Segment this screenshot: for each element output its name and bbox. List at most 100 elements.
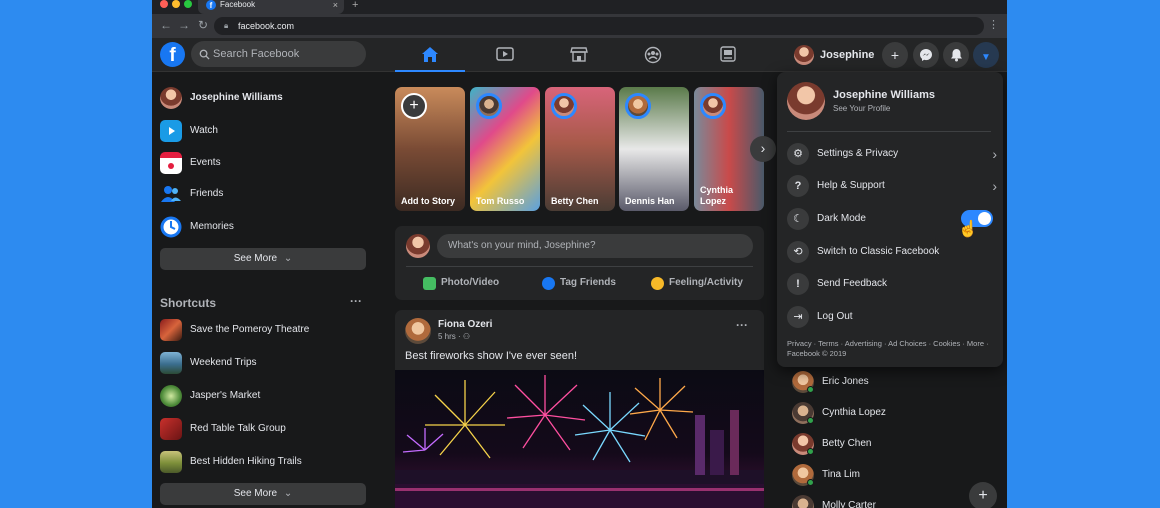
post-time[interactable]: 5 hrs ·	[438, 332, 461, 341]
contact-item[interactable]: Molly Carter	[792, 494, 952, 508]
chevron-right-icon: ›	[992, 146, 997, 162]
story-card-add[interactable]: + Add to Story	[395, 87, 465, 211]
shortcut-label: Jasper's Market	[190, 390, 261, 401]
menu-item-classic[interactable]: ⟲ Switch to Classic Facebook	[787, 238, 997, 266]
shortcut-item[interactable]: Jasper's Market	[160, 382, 370, 410]
messenger-button[interactable]	[913, 42, 939, 68]
reload-icon[interactable]: ↻	[198, 18, 208, 32]
notifications-button[interactable]	[943, 42, 969, 68]
sidebar-item-profile[interactable]: Josephine Williams	[160, 84, 370, 112]
browser-tab-facebook[interactable]: f Facebook ×	[198, 0, 344, 14]
watch-icon	[496, 47, 514, 61]
search-input[interactable]: Search Facebook	[191, 41, 366, 67]
new-tab-button[interactable]: +	[352, 0, 358, 11]
story-card[interactable]: Tom Russo	[470, 87, 540, 211]
sidebar-item-memories[interactable]: Memories	[160, 213, 370, 241]
composer-action-label: Photo/Video	[441, 277, 500, 288]
maximize-window-dot[interactable]	[184, 0, 192, 8]
browser-tab-strip: f Facebook × +	[152, 0, 1007, 14]
shortcut-item[interactable]: Weekend Trips	[160, 349, 370, 377]
shortcut-thumbnail	[160, 418, 182, 440]
photo-video-button[interactable]: Photo/Video	[423, 273, 499, 293]
menu-footer-links[interactable]: Privacy · Terms · Advertising · Ad Choic…	[787, 339, 993, 359]
gaming-icon	[720, 46, 736, 62]
close-tab-icon[interactable]: ×	[333, 0, 338, 10]
menu-item-settings[interactable]: ⚙ Settings & Privacy ›	[787, 140, 997, 168]
nav-marketplace-tab[interactable]	[544, 38, 614, 72]
shortcuts-heading: Shortcuts ···	[160, 294, 366, 310]
avatar[interactable]	[405, 318, 431, 344]
shortcut-item[interactable]: Red Table Talk Group	[160, 415, 370, 443]
clock-icon	[160, 216, 182, 238]
sidebar-item-watch[interactable]: Watch	[160, 117, 370, 145]
shortcut-label: Best Hidden Hiking Trails	[190, 456, 302, 467]
story-card[interactable]: Dennis Han	[619, 87, 689, 211]
nav-groups-tab[interactable]	[618, 38, 688, 72]
header-profile-name: Josephine	[820, 49, 875, 61]
sidebar-item-label: Friends	[190, 188, 224, 199]
more-options-icon[interactable]: ···	[350, 294, 362, 308]
shortcut-thumbnail	[160, 352, 182, 374]
minimize-window-dot[interactable]	[172, 0, 180, 8]
chevron-down-icon: ⌄	[283, 488, 293, 499]
back-arrow-icon[interactable]: ←	[160, 18, 172, 32]
see-more-shortcuts-button[interactable]: See More ⌄	[160, 483, 366, 505]
shortcut-item[interactable]: Best Hidden Hiking Trails	[160, 448, 370, 476]
status-input[interactable]: What's on your mind, Josephine?	[437, 234, 753, 258]
shortcut-label: Save the Pomeroy Theatre	[190, 324, 310, 335]
shortcut-item[interactable]: Save the Pomeroy Theatre	[160, 316, 370, 344]
close-window-dot[interactable]	[160, 0, 168, 8]
new-message-button[interactable]: +	[969, 482, 997, 508]
menu-item-label: Log Out	[817, 311, 853, 322]
composer-action-label: Feeling/Activity	[669, 277, 743, 288]
see-more-button[interactable]: See More ⌄	[160, 248, 366, 270]
sidebar-item-events[interactable]: Events	[160, 149, 370, 177]
story-name: Cynthia Lopez	[700, 185, 734, 206]
contact-name: Molly Carter	[822, 500, 876, 508]
online-indicator	[807, 448, 814, 455]
sidebar-item-friends[interactable]: Friends	[160, 180, 370, 208]
sidebar-item-label: Events	[190, 157, 221, 168]
contact-item[interactable]: Eric Jones	[792, 370, 952, 394]
post-photo-fireworks[interactable]	[395, 370, 764, 508]
composer-action-label: Tag Friends	[560, 277, 616, 288]
plus-icon: +	[978, 487, 988, 504]
address-bar[interactable]: 🔒︎ facebook.com	[214, 17, 984, 35]
contact-item[interactable]: Betty Chen	[792, 432, 952, 456]
header-profile-link[interactable]: Josephine	[792, 43, 874, 67]
messenger-icon	[920, 49, 932, 61]
online-indicator	[807, 417, 814, 424]
story-avatar	[625, 93, 651, 119]
menu-item-help[interactable]: ? Help & Support ›	[787, 172, 997, 200]
nav-watch-tab[interactable]	[470, 38, 540, 72]
menu-item-label: Switch to Classic Facebook	[817, 246, 940, 257]
stories-next-button[interactable]: ›	[750, 136, 776, 162]
story-name: Betty Chen	[551, 196, 599, 206]
search-icon	[199, 41, 210, 70]
sidebar-item-label: Watch	[190, 125, 218, 136]
browser-menu-icon[interactable]: ⋮	[988, 18, 999, 31]
nav-gaming-tab[interactable]	[693, 38, 763, 72]
contact-item[interactable]: Cynthia Lopez	[792, 401, 952, 425]
create-button[interactable]: +	[882, 42, 908, 68]
post-author[interactable]: Fiona Ozeri	[438, 319, 492, 330]
menu-item-label: Send Feedback	[817, 278, 888, 289]
contact-item[interactable]: Tina Lim	[792, 463, 952, 487]
post-options-icon[interactable]: ···	[736, 318, 748, 332]
avatar	[406, 234, 430, 258]
facebook-logo-icon[interactable]: f	[160, 42, 185, 67]
divider	[787, 131, 991, 132]
friends-icon	[160, 183, 182, 205]
nav-home-tab[interactable]	[395, 38, 465, 72]
calendar-icon	[160, 152, 182, 174]
shortcut-thumbnail	[160, 319, 182, 341]
account-menu-button[interactable]: ▼	[973, 42, 999, 68]
menu-item-logout[interactable]: ⇥ Log Out	[787, 303, 997, 331]
story-card[interactable]: Betty Chen	[545, 87, 615, 211]
feeling-activity-button[interactable]: Feeling/Activity	[651, 273, 743, 293]
forward-arrow-icon[interactable]: →	[178, 18, 190, 32]
tag-friends-button[interactable]: Tag Friends	[542, 273, 616, 293]
menu-profile-link[interactable]: Josephine Williams See Your Profile	[787, 82, 993, 122]
menu-item-feedback[interactable]: ! Send Feedback	[787, 270, 997, 298]
menu-profile-name: Josephine Williams	[833, 89, 935, 101]
